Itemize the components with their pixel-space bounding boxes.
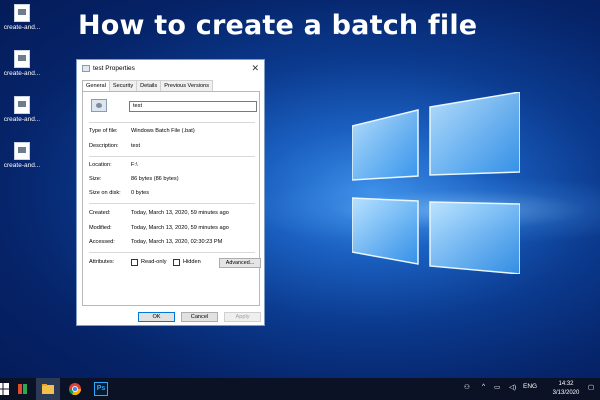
location-value: F:\ xyxy=(131,162,138,168)
cortana-icon[interactable] xyxy=(16,382,30,396)
desktop-file-item[interactable]: create-and... xyxy=(4,142,40,169)
accessed-value: Today, March 13, 2020, 02:30:23 PM xyxy=(131,239,223,245)
advanced-button[interactable]: Advanced... xyxy=(219,258,261,268)
accessed-label: Accessed: xyxy=(89,239,115,245)
size-value: 86 bytes (86 bytes) xyxy=(131,176,179,182)
desktop-file-label: create-and... xyxy=(3,116,41,123)
volume-icon[interactable]: ◁) xyxy=(509,383,516,391)
properties-dialog: test Properties ✕ General Security Detai… xyxy=(76,59,265,326)
tab-details[interactable]: Details xyxy=(136,80,162,91)
type-label: Type of file: xyxy=(89,128,118,134)
chrome-icon[interactable] xyxy=(68,382,82,396)
tab-security[interactable]: Security xyxy=(108,80,138,91)
readonly-checkbox[interactable] xyxy=(131,259,138,266)
photoshop-icon[interactable]: Ps xyxy=(94,382,108,396)
desktop-file-label: create-and... xyxy=(3,70,41,77)
general-panel: test Type of file: Windows Batch File (.… xyxy=(82,91,261,306)
desktop-file-item[interactable]: create-and... xyxy=(4,4,40,31)
hidden-checkbox[interactable] xyxy=(173,259,180,266)
ok-button[interactable]: OK xyxy=(138,312,175,322)
people-icon[interactable]: ⚇ xyxy=(464,383,470,391)
divider xyxy=(89,203,255,204)
desktop-file-item[interactable]: create-and... xyxy=(4,50,40,77)
size-on-disk-label: Size on disk: xyxy=(89,190,121,196)
apply-button[interactable]: Apply xyxy=(224,312,261,322)
clock[interactable]: 14:32 3/13/2020 xyxy=(548,380,584,397)
tab-strip: General Security Details Previous Versio… xyxy=(82,80,214,92)
divider xyxy=(89,156,255,157)
description-value: test xyxy=(131,143,141,149)
readonly-label: Read-only xyxy=(141,259,167,265)
hidden-label: Hidden xyxy=(183,259,201,265)
file-icon xyxy=(14,4,30,22)
page-headline: How to create a batch file xyxy=(78,10,478,41)
type-value: Windows Batch File (.bat) xyxy=(131,128,195,134)
desktop-file-label: create-and... xyxy=(3,162,41,169)
file-explorer-icon[interactable] xyxy=(41,382,55,396)
size-on-disk-value: 0 bytes xyxy=(131,190,150,196)
modified-value: Today, March 13, 2020, 59 minutes ago xyxy=(131,225,229,231)
clock-time: 14:32 xyxy=(558,381,574,387)
chevron-up-icon[interactable]: ^ xyxy=(482,383,485,390)
desktop-file-label: create-and... xyxy=(3,24,41,31)
network-icon[interactable]: ▭ xyxy=(494,383,500,391)
taskbar: Ps ⚇ ^ ▭ ◁) ENG 14:32 3/13/2020 ▢ xyxy=(0,378,600,400)
clock-date: 3/13/2020 xyxy=(552,389,580,396)
created-value: Today, March 13, 2020, 59 minutes ago xyxy=(131,210,229,216)
description-label: Description: xyxy=(89,143,119,149)
windows-start-icon[interactable] xyxy=(0,382,10,396)
cancel-button[interactable]: Cancel xyxy=(181,312,218,322)
divider xyxy=(89,252,255,253)
divider xyxy=(89,122,255,123)
dialog-title: test Properties xyxy=(93,65,135,72)
notification-icon[interactable]: ▢ xyxy=(588,383,594,391)
modified-label: Modified: xyxy=(89,225,112,231)
tab-previous-versions[interactable]: Previous Versions xyxy=(160,80,214,91)
file-properties-icon xyxy=(82,65,90,72)
size-label: Size: xyxy=(89,176,102,182)
batch-file-icon xyxy=(91,99,107,112)
windows-logo-wallpaper xyxy=(352,92,520,274)
file-icon xyxy=(14,96,30,114)
location-label: Location: xyxy=(89,162,112,168)
dialog-titlebar[interactable]: test Properties ✕ xyxy=(77,60,264,77)
attributes-label: Attributes: xyxy=(89,259,115,265)
file-icon xyxy=(14,50,30,68)
created-label: Created: xyxy=(89,210,111,216)
language-indicator[interactable]: ENG xyxy=(523,383,537,390)
close-icon[interactable]: ✕ xyxy=(251,63,259,74)
file-icon xyxy=(14,142,30,160)
desktop-file-item[interactable]: create-and... xyxy=(4,96,40,123)
file-name-input[interactable]: test xyxy=(129,101,257,112)
